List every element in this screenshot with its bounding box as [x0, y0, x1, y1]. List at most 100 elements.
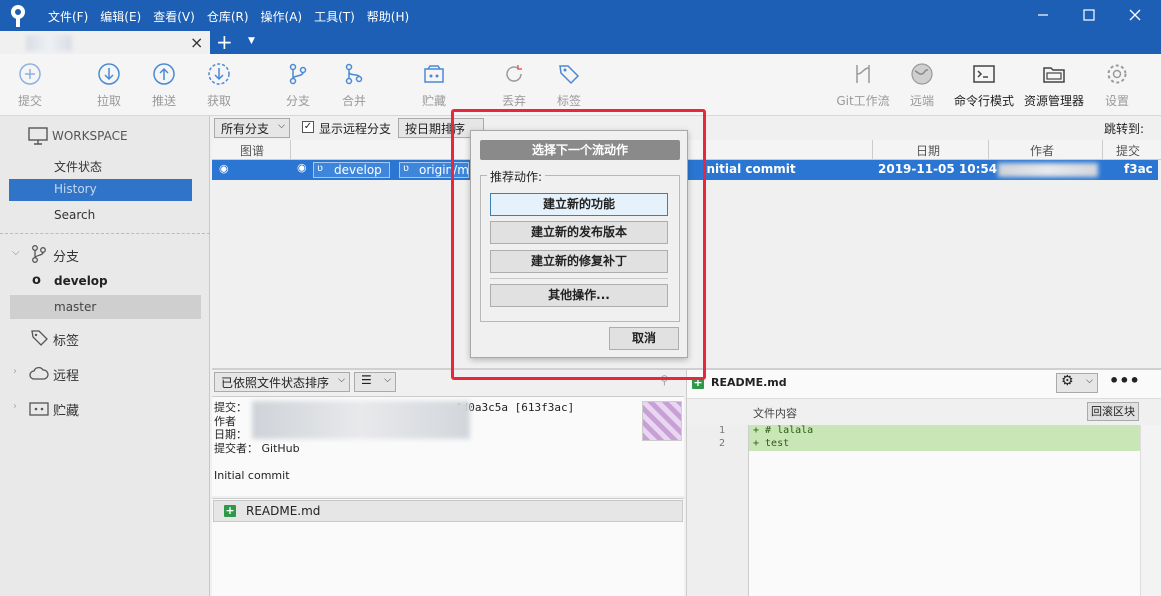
menu-tools[interactable]: 工具(T) [308, 6, 361, 27]
column-author[interactable]: 作者 [1030, 142, 1054, 159]
fetch-label: 获取 [206, 94, 231, 108]
fetch-button[interactable]: 获取 [189, 62, 249, 109]
current-branch-marker-icon: o [32, 273, 41, 288]
more-options-icon[interactable]: ••• [1109, 371, 1140, 390]
explorer-button[interactable]: 资源管理器 [1021, 62, 1087, 109]
menu-actions[interactable]: 操作(A) [255, 6, 309, 27]
tag-icon [559, 65, 580, 85]
commit-message-full: Initial commit [214, 469, 290, 482]
discard-button[interactable]: 丢弃 [484, 62, 544, 109]
terminal-icon [973, 65, 995, 83]
file-name: README.md [246, 504, 321, 518]
diff-viewer: + README.md ⚙ ⌵ ••• 文件内容 回滚区块 1 + # lalal… [686, 370, 1161, 596]
menu-view[interactable]: 查看(V) [147, 6, 201, 27]
settings-button[interactable]: 设置 [1087, 62, 1147, 109]
remotes-heading[interactable]: 远程 [53, 365, 79, 384]
author-redacted [998, 163, 1098, 177]
menu-file[interactable]: 文件(F) [42, 6, 94, 27]
tag-button[interactable]: 标签 [539, 62, 599, 109]
merge-label: 合并 [341, 94, 366, 108]
commit-plus-icon [19, 63, 41, 85]
branch-button[interactable]: 分支 [268, 62, 328, 109]
commit-details: 提交： 4d0a3c5a [613f3ac] 作者 日期： 提交者： GitHub… [212, 396, 684, 496]
committer-line: 提交者： GitHub [214, 442, 682, 456]
commit-button[interactable]: 提交 [0, 62, 60, 109]
revert-hunk-button[interactable]: 回滚区块 [1087, 402, 1139, 421]
file-sort-dropdown[interactable]: 已依照文件状态排序 ⌵ [214, 372, 350, 392]
branch-ref-icon: ʋ [317, 163, 323, 174]
branch-filter-dropdown[interactable]: 所有分支 ⌵ [214, 118, 290, 138]
commit-field-label: 提交： [214, 401, 247, 414]
push-arrow-up-icon [153, 63, 175, 85]
other-actions-button[interactable]: 其他操作... [490, 284, 668, 307]
merge-button[interactable]: 合并 [324, 62, 384, 109]
menu-repository[interactable]: 仓库(R) [201, 6, 255, 27]
new-release-button[interactable]: 建立新的发布版本 [490, 221, 668, 244]
close-icon [1129, 9, 1141, 21]
tab-list-chevron-icon[interactable]: ▼ [248, 36, 255, 46]
commit-hash: 4d0a3c5a [613f3ac] [455, 401, 575, 414]
stashes-expand-chevron-icon[interactable]: › [13, 401, 17, 412]
diff-options-dropdown[interactable]: ⚙ ⌵ [1056, 373, 1098, 393]
view-mode-dropdown[interactable]: ☰ ⌵ [354, 372, 396, 392]
gitflow-dialog: 选择下一个流动作 推荐动作: 建立新的功能 建立新的发布版本 建立新的修复补丁 … [470, 130, 688, 358]
new-tab-icon[interactable]: + [216, 31, 233, 53]
stash-box-icon [424, 65, 444, 83]
stash-button[interactable]: 贮藏 [404, 62, 464, 109]
menu-bar: 文件(F) 编辑(E) 查看(V) 仓库(R) 操作(A) 工具(T) 帮助(H… [42, 6, 415, 27]
tab-close-icon[interactable]: × [190, 33, 203, 52]
chevron-down-icon: ⌵ [278, 121, 285, 131]
pull-label: 拉取 [96, 94, 121, 108]
close-window-button[interactable] [1120, 4, 1150, 26]
line-text: + # lalala [753, 425, 814, 436]
remote-button[interactable]: 远端 [892, 62, 952, 109]
column-graph[interactable]: 图谱 [240, 142, 264, 159]
menu-edit[interactable]: 编辑(E) [94, 6, 147, 27]
sidebar-item-search[interactable]: Search [54, 208, 95, 222]
terminal-button[interactable]: 命令行模式 [952, 62, 1016, 109]
tag-icon [31, 330, 48, 346]
stashes-heading[interactable]: 贮藏 [53, 400, 79, 419]
new-hotfix-button[interactable]: 建立新的修复补丁 [490, 250, 668, 273]
gitflow-icon [856, 65, 870, 83]
pull-button[interactable]: 拉取 [79, 62, 139, 109]
remotes-expand-chevron-icon[interactable]: › [13, 366, 17, 377]
globe-icon [911, 63, 933, 85]
push-label: 推送 [151, 94, 176, 108]
commit-message: Initial commit [702, 162, 796, 176]
ref-develop-label: develop [334, 163, 382, 177]
file-row[interactable]: + README.md [213, 500, 683, 522]
diff-line: 1 + # lalala [687, 425, 1140, 438]
minimize-button[interactable] [1028, 4, 1058, 26]
commit-hash-short: f3ac [1124, 162, 1153, 176]
discard-label: 丢弃 [501, 94, 526, 108]
cancel-button[interactable]: 取消 [609, 327, 679, 350]
merge-icon [345, 63, 363, 85]
recommended-actions-label: 推荐动作: [487, 168, 546, 185]
column-date[interactable]: 日期 [916, 142, 940, 159]
show-remote-checkbox[interactable]: ✓ [302, 121, 314, 133]
stash-label: 贮藏 [421, 94, 446, 108]
column-commit[interactable]: 提交 [1116, 142, 1140, 159]
committer-value: GitHub [261, 441, 300, 455]
branch-master-row[interactable]: master [10, 295, 201, 319]
divider [0, 233, 210, 234]
repo-tab[interactable]: × [0, 31, 210, 54]
graph-node-icon: ◉ [297, 161, 307, 174]
sidebar-item-file-status[interactable]: 文件状态 [54, 158, 102, 175]
vertical-scrollbar[interactable] [1140, 425, 1161, 596]
gitflow-button[interactable]: Git工作流 [833, 62, 893, 109]
push-button[interactable]: 推送 [134, 62, 194, 109]
commit-label: 提交 [17, 94, 42, 108]
branches-heading[interactable]: 分支 [53, 246, 79, 265]
main-toolbar: 提交 拉取 推送 获取 分支 合并 贮藏 丢弃 标签 Git工作流 远端 命令行… [0, 54, 1161, 116]
pull-arrow-down-icon [98, 63, 120, 85]
new-feature-button[interactable]: 建立新的功能 [490, 193, 668, 216]
branch-develop[interactable]: develop [54, 274, 108, 288]
maximize-button[interactable] [1074, 4, 1104, 26]
tags-heading[interactable]: 标签 [53, 330, 79, 349]
sidebar-item-history[interactable]: History [9, 179, 192, 201]
branches-expand-chevron-icon[interactable]: ⌵ [12, 247, 20, 258]
menu-help[interactable]: 帮助(H) [361, 6, 415, 27]
list-icon: ☰ [361, 373, 372, 387]
